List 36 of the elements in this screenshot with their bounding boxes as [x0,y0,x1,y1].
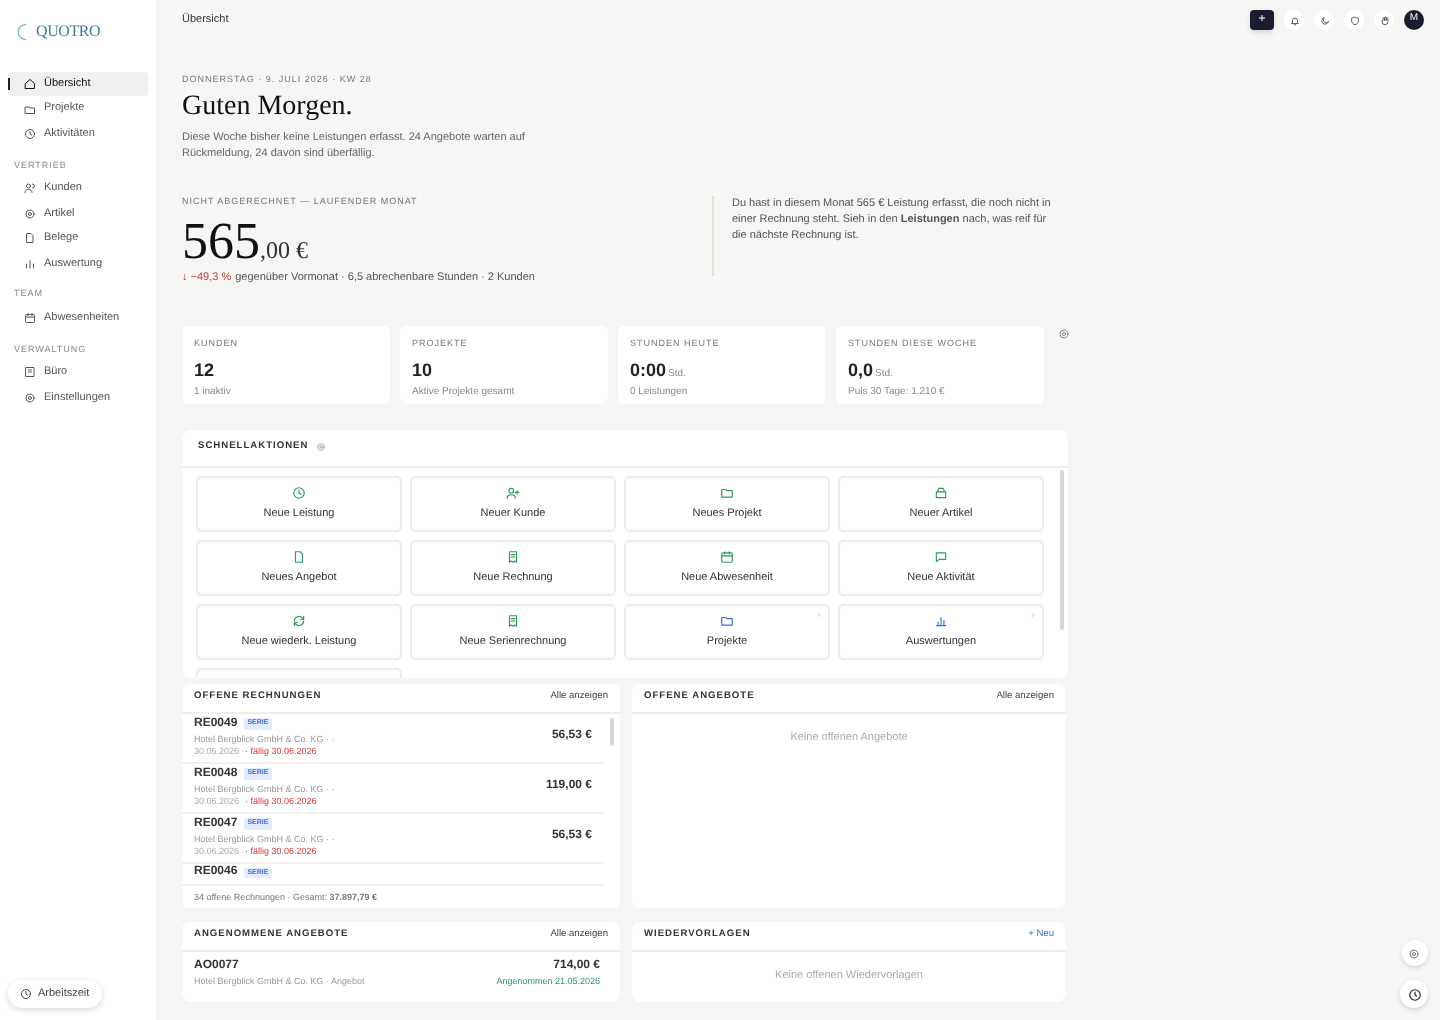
greeting-title: Guten Morgen. [182,91,355,124]
shield-icon [1349,15,1359,25]
bar-chart-icon [934,613,948,628]
folder-icon [720,613,734,628]
folder-icon [24,103,36,115]
stat-value: 12 [194,357,215,383]
receipt-icon [506,549,520,564]
box-icon [934,485,948,500]
bell-icon [1289,15,1299,25]
stat-value: 0:00 [630,357,667,383]
clock-icon [24,128,36,140]
amount: 565 [182,215,260,267]
amount-decimals: ,00 € [260,233,308,267]
chart-icon [24,257,36,270]
home-icon [24,78,36,90]
calendar-icon [720,549,734,564]
user-plus-icon [506,485,520,500]
clock-icon [1407,987,1421,1001]
document-icon [292,549,306,564]
clock-icon [292,485,306,500]
receipt-icon [506,613,520,628]
scrollbar [610,717,614,746]
building-icon [24,366,36,379]
logo: QUOTRO [36,20,101,44]
clock-button[interactable] [1400,980,1428,1008]
speech-bubble-icon [934,549,948,564]
repeat-icon [292,613,306,628]
clock-icon [20,988,32,1000]
document-icon [24,232,36,245]
moon-icon [1319,15,1329,25]
hand-icon [1379,15,1389,25]
stat-value: 10 [412,357,433,383]
folder-icon [720,485,734,500]
calendar-icon [24,312,36,324]
stat-value: 0,0 [848,357,874,383]
users-icon [24,182,36,195]
